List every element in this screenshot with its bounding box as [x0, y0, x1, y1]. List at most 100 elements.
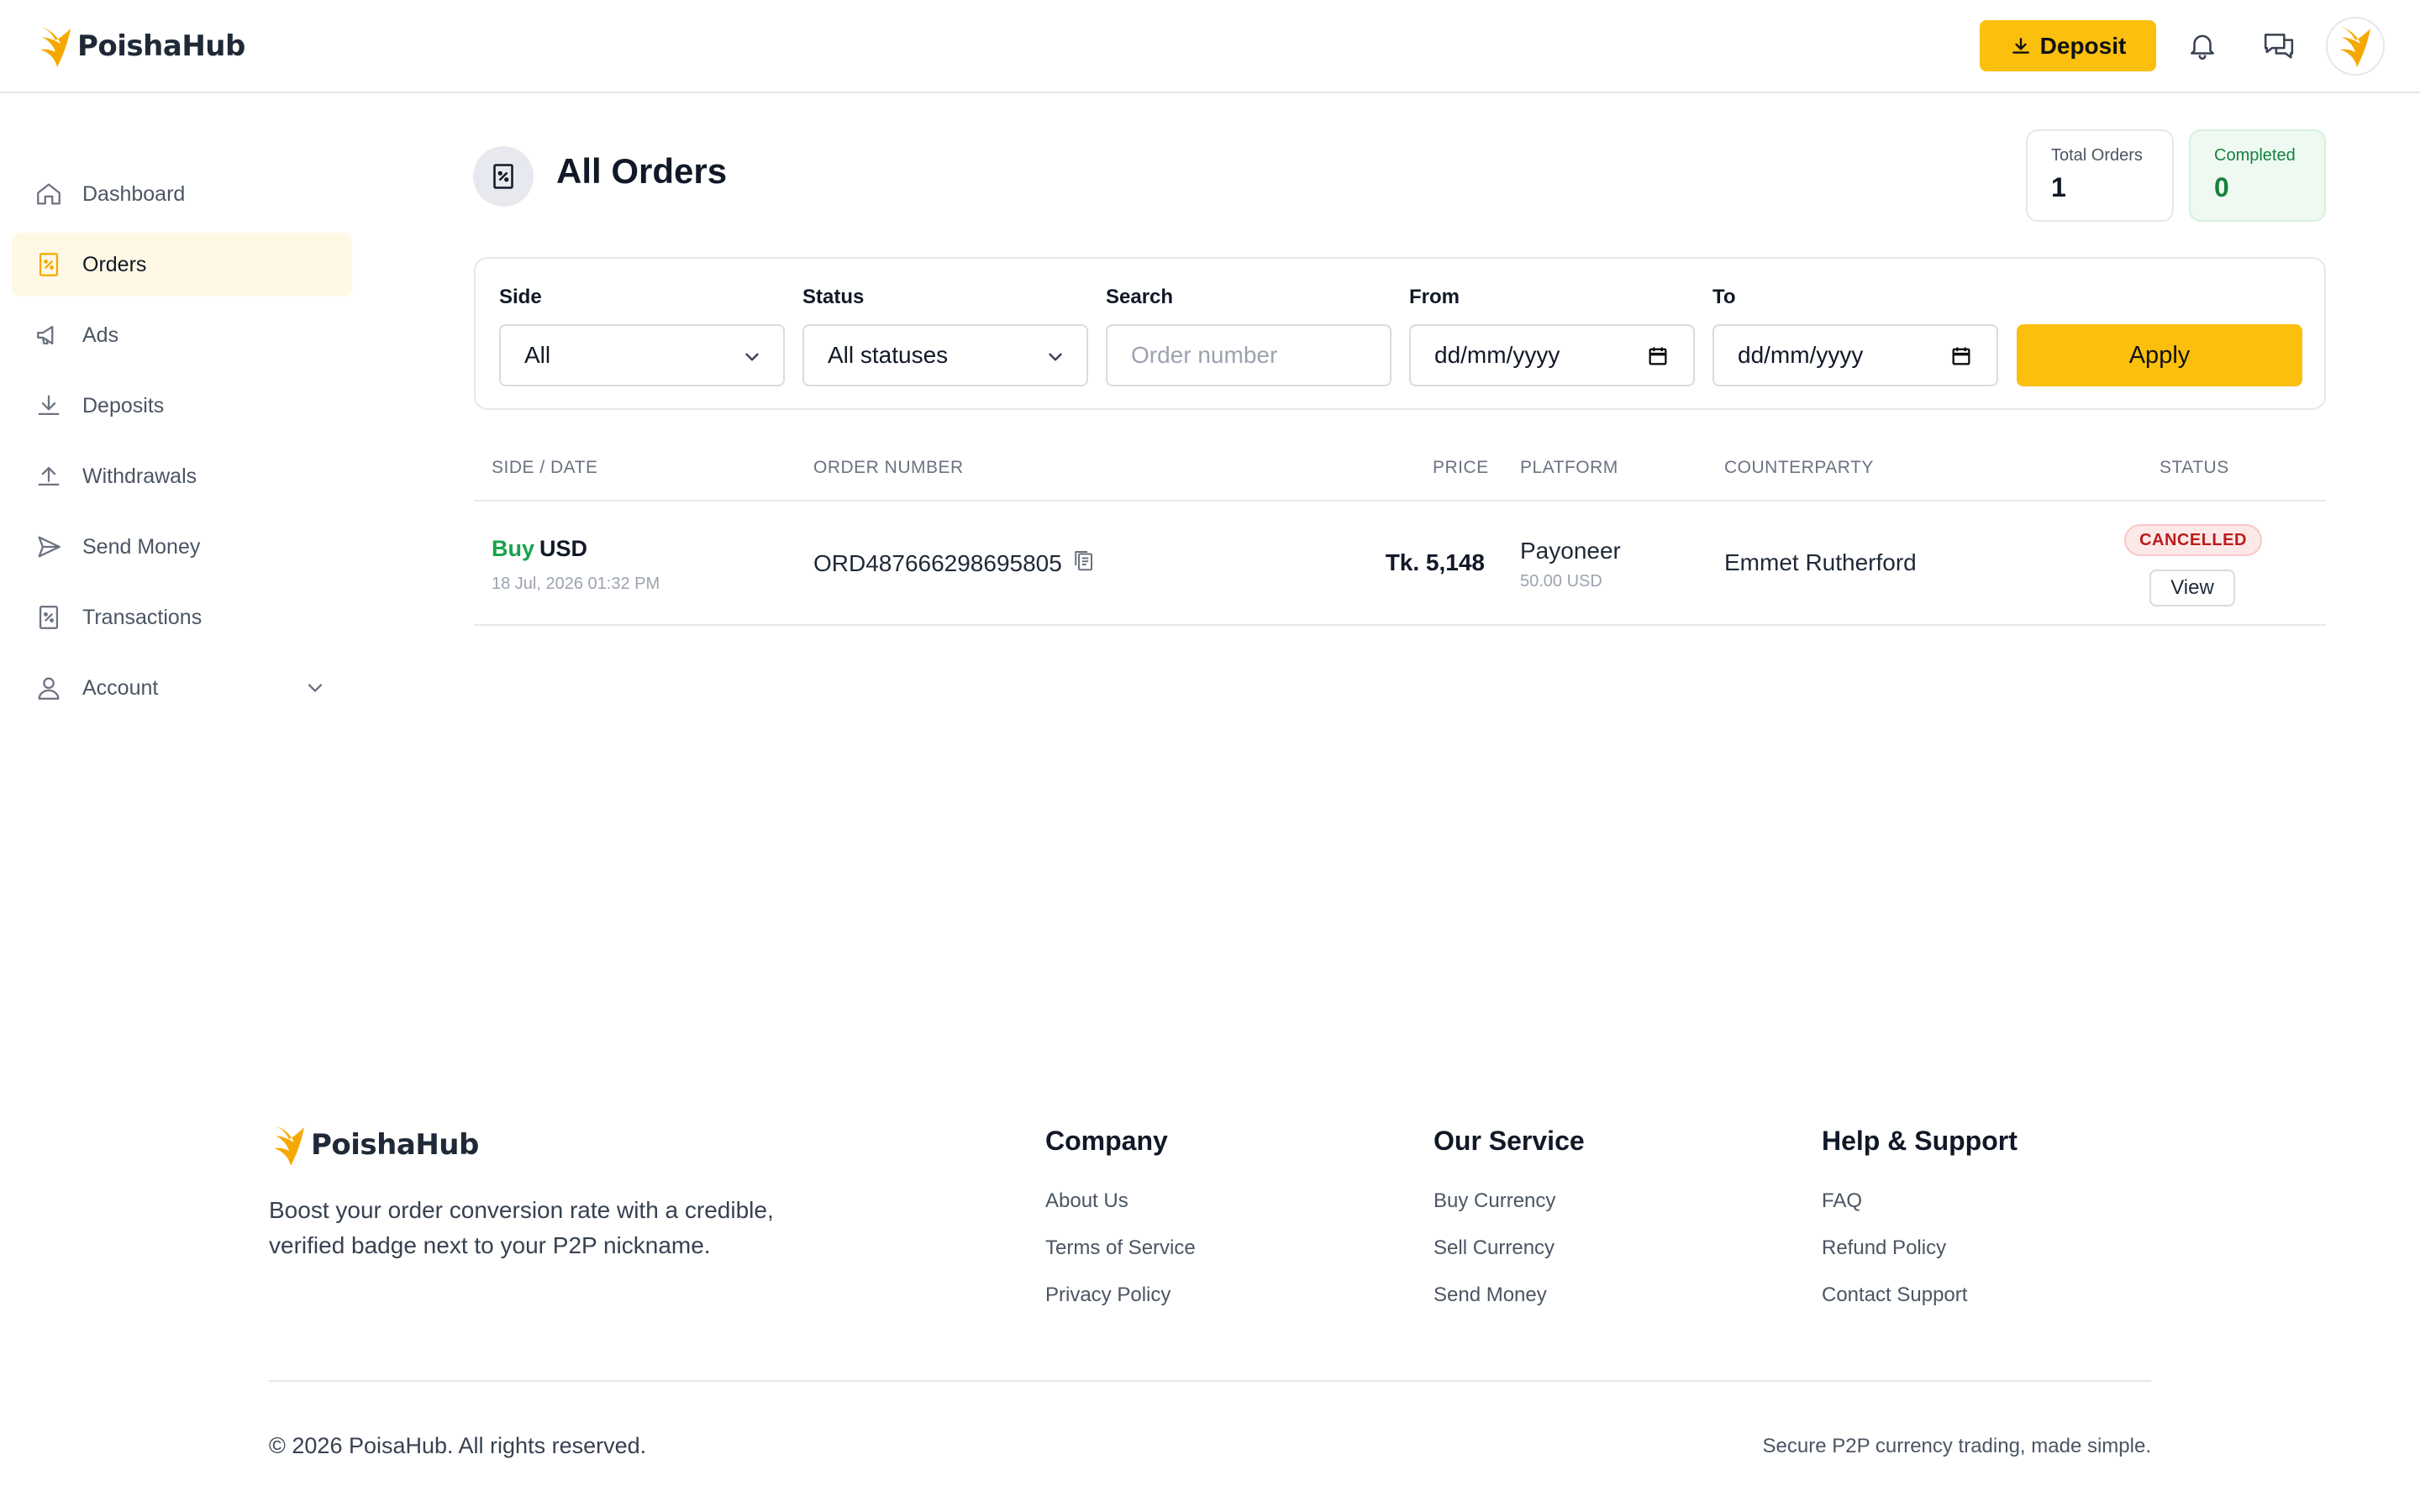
side-buy-label: Buy	[492, 536, 535, 561]
order-price: Tk. 5,148	[1385, 549, 1485, 575]
footer-link-buy-currency[interactable]: Buy Currency	[1434, 1189, 1555, 1213]
download-icon	[34, 391, 64, 421]
copyright-text: © 2026 PoisaHub. All rights reserved.	[269, 1433, 647, 1458]
view-order-button[interactable]: View	[2149, 570, 2235, 606]
footer-heading-company: Company	[1045, 1126, 1168, 1156]
deposit-button-label: Deposit	[2039, 32, 2127, 59]
send-icon	[34, 532, 64, 562]
completed-orders-value: 0	[2214, 172, 2229, 202]
completed-orders-label: Completed	[2214, 146, 2296, 165]
sidebar-item-label: Withdrawals	[82, 464, 197, 488]
footer-slogan: Secure P2P currency trading, made simple…	[1762, 1435, 2151, 1457]
side-select[interactable]: All	[499, 324, 785, 386]
page-title: All Orders	[556, 151, 728, 191]
column-header-price: PRICE	[1433, 458, 1489, 477]
sidebar-item-withdrawals[interactable]: Withdrawals	[12, 444, 352, 508]
order-side: Buy USD	[492, 536, 587, 562]
user-avatar[interactable]	[2326, 17, 2385, 76]
footer-tagline: Boost your order conversion rate with a …	[269, 1197, 774, 1258]
order-search-input[interactable]: Order number	[1106, 324, 1392, 386]
from-date-value: dd/mm/yyyy	[1434, 342, 1560, 368]
footer-link-about-us[interactable]: About Us	[1045, 1189, 1128, 1213]
sidebar-item-label: Send Money	[82, 534, 201, 559]
status-filter-label: Status	[802, 286, 865, 308]
from-date-label: From	[1409, 286, 1460, 308]
user-icon	[34, 673, 64, 703]
home-icon	[34, 179, 64, 209]
column-header-order-number: ORDER NUMBER	[813, 458, 964, 477]
table-row-divider	[474, 624, 2326, 626]
order-filters: Side All Status All statuses Search Orde…	[474, 257, 2326, 410]
footer-link-privacy[interactable]: Privacy Policy	[1045, 1284, 1171, 1307]
sidebar-item-label: Ads	[82, 323, 119, 347]
sidebar-item-orders[interactable]: Orders	[12, 233, 352, 297]
footer-brand-logo[interactable]: PoishaHub	[271, 1122, 479, 1168]
footer-link-send-money[interactable]: Send Money	[1434, 1284, 1547, 1307]
calendar-icon[interactable]	[1646, 344, 1670, 374]
messages-chat-icon[interactable]	[2259, 25, 2299, 66]
total-orders-card: Total Orders 1	[2026, 129, 2174, 222]
side-filter-label: Side	[499, 286, 542, 308]
search-placeholder: Order number	[1131, 342, 1278, 368]
copy-icon[interactable]	[1071, 548, 1096, 579]
footer-heading-our-service: Our Service	[1434, 1126, 1585, 1156]
notifications-bell-icon[interactable]	[2182, 25, 2223, 66]
status-select[interactable]: All statuses	[802, 324, 1088, 386]
footer-link-contact-support[interactable]: Contact Support	[1822, 1284, 1967, 1307]
footer-divider	[269, 1380, 2151, 1382]
sidebar-item-ads[interactable]: Ads	[12, 303, 352, 367]
platform-name: Payoneer	[1520, 538, 1621, 564]
to-date-value: dd/mm/yyyy	[1738, 342, 1864, 368]
chevron-down-icon[interactable]	[303, 676, 327, 706]
search-filter-label: Search	[1106, 286, 1174, 308]
footer-link-faq[interactable]: FAQ	[1822, 1189, 1862, 1213]
deposit-button[interactable]: Deposit	[1980, 20, 2156, 71]
orders-page-icon	[473, 146, 534, 207]
sidebar-item-label: Dashboard	[82, 181, 186, 206]
from-date-input[interactable]: dd/mm/yyyy	[1409, 324, 1695, 386]
avatar-logo-icon	[2340, 27, 2370, 67]
sidebar-item-account[interactable]: Account	[12, 656, 352, 720]
status-badge: CANCELLED	[2124, 524, 2262, 556]
sidebar-item-label: Orders	[82, 252, 147, 276]
to-date-input[interactable]: dd/mm/yyyy	[1712, 324, 1998, 386]
sidebar-item-deposits[interactable]: Deposits	[12, 374, 352, 438]
sidebar-item-dashboard[interactable]: Dashboard	[12, 162, 352, 226]
footer-link-terms[interactable]: Terms of Service	[1045, 1236, 1196, 1260]
column-header-side-date: SIDE / DATE	[492, 458, 598, 477]
logo-mark-icon	[274, 1126, 304, 1166]
platform-amount: 50.00 USD	[1520, 572, 1602, 591]
table-header-divider	[474, 500, 2326, 501]
logo-mark-icon	[40, 27, 71, 67]
download-icon	[2012, 37, 2029, 54]
chevron-down-icon	[741, 346, 763, 374]
to-date-label: To	[1712, 286, 1736, 308]
total-orders-label: Total Orders	[2051, 146, 2143, 165]
column-header-counterparty: COUNTERPARTY	[1724, 458, 1874, 477]
sidebar-item-label: Transactions	[82, 605, 203, 629]
megaphone-icon	[34, 320, 64, 350]
order-date: 18 Jul, 2026 01:32 PM	[492, 575, 660, 593]
top-header: PoishaHub Deposit	[0, 0, 2420, 93]
sidebar-item-transactions[interactable]: Transactions	[12, 585, 352, 649]
receipt-icon	[34, 249, 64, 280]
sidebar-item-send-money[interactable]: Send Money	[12, 515, 352, 579]
total-orders-value: 1	[2051, 172, 2066, 202]
footer-brand-name: PoishaHub	[311, 1128, 479, 1162]
apply-filters-button[interactable]: Apply	[2017, 324, 2302, 386]
footer-link-sell-currency[interactable]: Sell Currency	[1434, 1236, 1555, 1260]
calendar-icon[interactable]	[1949, 344, 1973, 374]
upload-icon	[34, 461, 64, 491]
brand-name: PoishaHub	[77, 29, 245, 63]
sidebar-item-label: Account	[82, 675, 159, 700]
sidebar-item-label: Deposits	[82, 393, 165, 417]
brand-logo[interactable]: PoishaHub	[37, 24, 245, 69]
footer-link-refund-policy[interactable]: Refund Policy	[1822, 1236, 1946, 1260]
footer-heading-help-support: Help & Support	[1822, 1126, 2018, 1156]
side-select-value: All	[524, 342, 551, 368]
order-number: ORD487666298695805	[813, 549, 1062, 576]
chevron-down-icon	[1044, 346, 1066, 374]
receipt-icon	[34, 602, 64, 633]
status-select-value: All statuses	[828, 342, 949, 368]
counterparty-name: Emmet Rutherford	[1724, 549, 1917, 575]
